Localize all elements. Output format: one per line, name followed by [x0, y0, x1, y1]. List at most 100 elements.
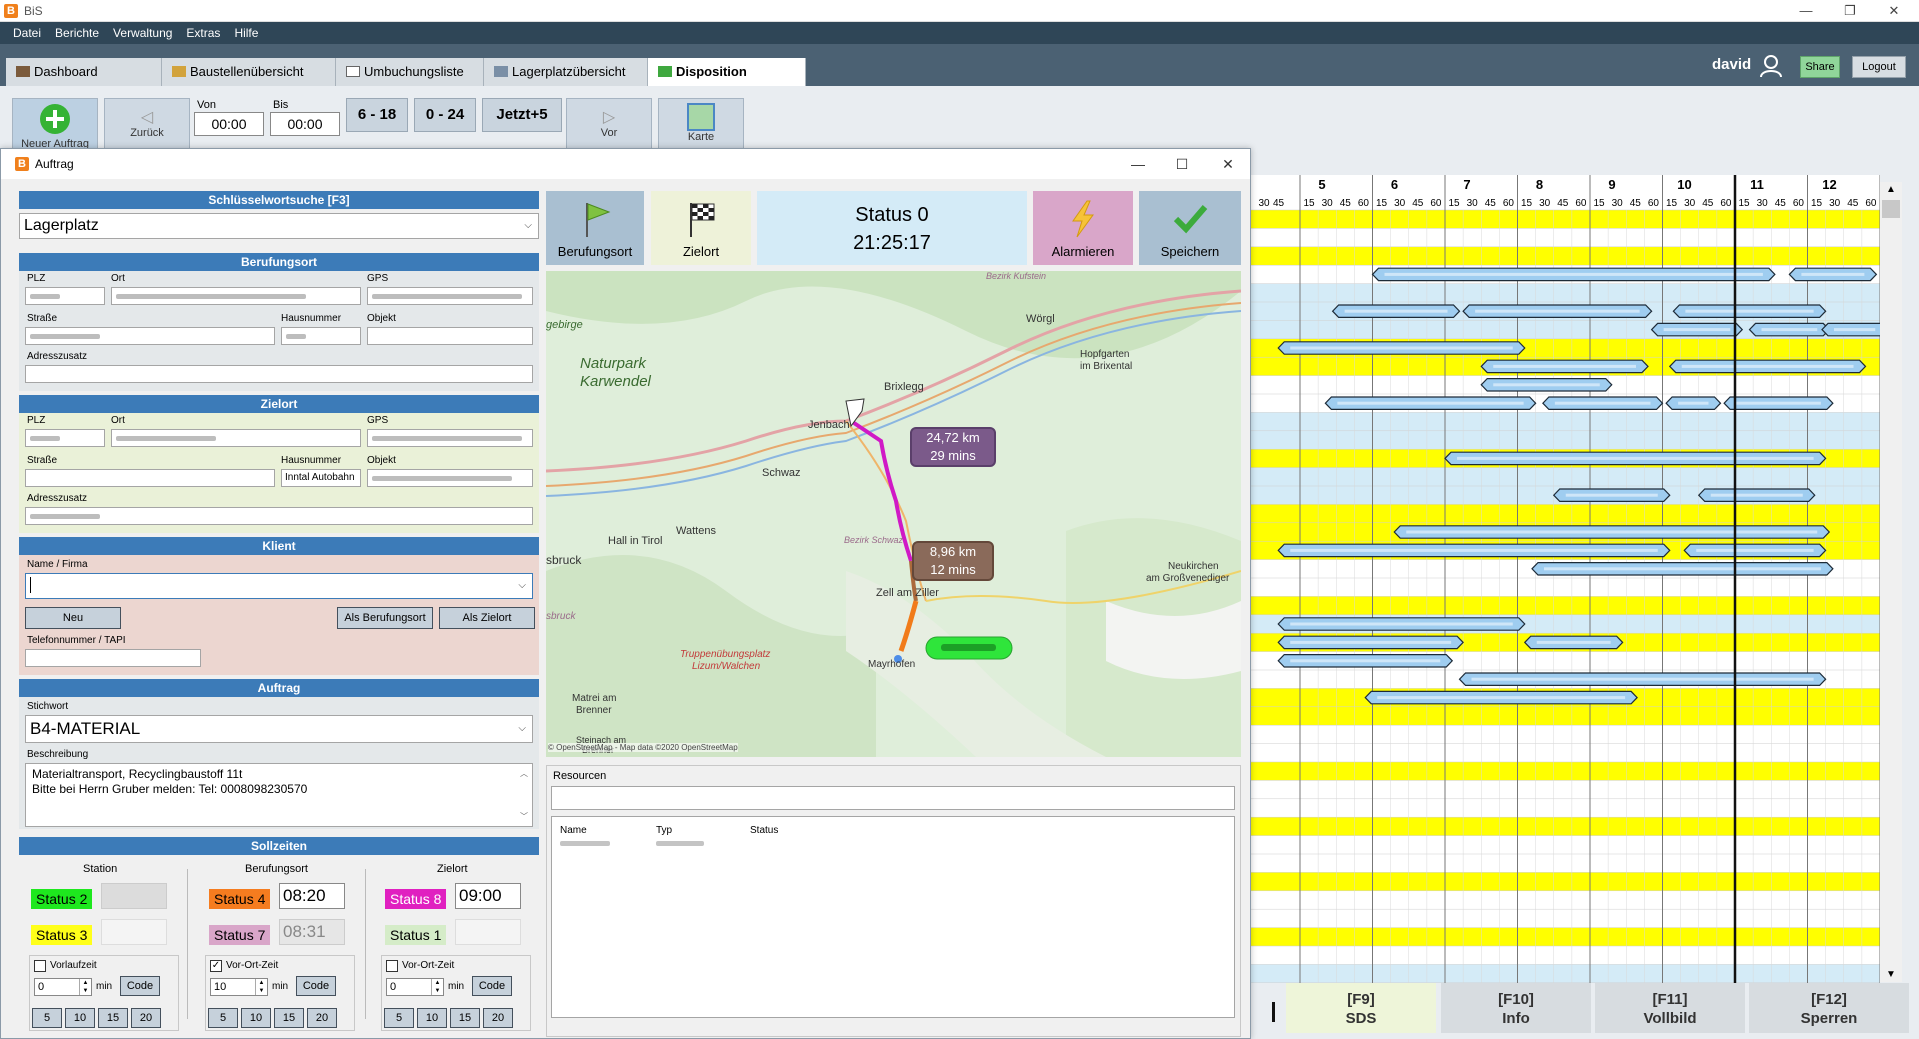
table-row[interactable]	[560, 841, 610, 846]
col-status[interactable]: Status	[750, 825, 778, 836]
dialog-maximize-icon[interactable]: ☐	[1159, 153, 1205, 175]
dialog-minimize-icon[interactable]: —	[1115, 153, 1161, 175]
von-input[interactable]: 00:00	[194, 112, 264, 136]
status-7-time-input[interactable]: 08:31	[279, 919, 345, 945]
zielort-strasse-input[interactable]	[25, 469, 275, 487]
beschreibung-textarea[interactable]: Materialtransport, Recyclingbaustoff 11t…	[25, 763, 533, 827]
alarm-button[interactable]: Alarmieren	[1033, 191, 1133, 265]
tab-baustellenuebersicht[interactable]: Baustellenübersicht	[162, 58, 336, 86]
vorlaufzeit-checkbox[interactable]	[34, 960, 46, 972]
bis-input[interactable]: 00:00	[270, 112, 340, 136]
status-4-time-input[interactable]: 08:20	[279, 883, 345, 909]
station-10-button[interactable]: 10	[65, 1008, 95, 1028]
klient-name-dropdown[interactable]: ⌵	[25, 573, 533, 599]
zielort-hausnummer-input[interactable]: Inntal Autobahn	[281, 469, 361, 487]
menu-hilfe[interactable]: Hilfe	[227, 22, 265, 44]
berufungsort-5-button[interactable]: 5	[208, 1008, 238, 1028]
tab-dashboard[interactable]: Dashboard	[6, 58, 162, 86]
back-button[interactable]: ◁ Zurück	[104, 98, 190, 152]
save-button[interactable]: Speichern	[1139, 191, 1241, 265]
station-status3-time[interactable]	[101, 919, 167, 945]
als-zielort-button[interactable]: Als Zielort	[439, 607, 535, 629]
berufungsort-20-button[interactable]: 20	[307, 1008, 337, 1028]
f10-info-button[interactable]: [F10] Info	[1441, 983, 1591, 1033]
zielort-ort-input[interactable]	[111, 429, 361, 447]
berufungsort-15-button[interactable]: 15	[274, 1008, 304, 1028]
stepper-arrows-icon[interactable]: ▲ ▼	[431, 979, 443, 995]
status-8-time-input[interactable]: 09:00	[455, 883, 521, 909]
route-map[interactable]: Naturpark Karwendel Brixlegg Jenbach Sch…	[546, 271, 1241, 757]
menu-verwaltung[interactable]: Verwaltung	[106, 22, 179, 44]
berufungsort-plz-input[interactable]	[25, 287, 105, 305]
berufungsort-code-button[interactable]: Code	[296, 976, 336, 996]
scroll-down-icon[interactable]: ﹀	[520, 809, 528, 824]
berufungsort-strasse-input[interactable]	[25, 327, 275, 345]
als-berufungsort-button[interactable]: Als Berufungsort	[337, 607, 433, 629]
close-icon[interactable]: ✕	[1874, 0, 1914, 22]
berufungsort-vorort-checkbox[interactable]: ✓	[210, 960, 222, 972]
menu-datei[interactable]: Datei	[6, 22, 48, 44]
station-20-button[interactable]: 20	[131, 1008, 161, 1028]
station-5-button[interactable]: 5	[32, 1008, 62, 1028]
station-15-button[interactable]: 15	[98, 1008, 128, 1028]
zielort-15-button[interactable]: 15	[450, 1008, 480, 1028]
zielort-10-button[interactable]: 10	[417, 1008, 447, 1028]
zielort-map-button[interactable]: Zielort	[651, 191, 751, 265]
zielort-plz-input[interactable]	[25, 429, 105, 447]
tab-disposition[interactable]: Disposition	[648, 58, 806, 86]
zielort-code-button[interactable]: Code	[472, 976, 512, 996]
resourcen-search-input[interactable]	[551, 786, 1235, 810]
f12-sperren-button[interactable]: [F12] Sperren	[1749, 983, 1909, 1033]
map-button[interactable]: Karte	[658, 98, 744, 152]
user-icon[interactable]	[1760, 54, 1782, 78]
berufungsort-gps-input[interactable]	[367, 287, 533, 305]
gantt-scrollbar[interactable]: ▲ ▼	[1880, 182, 1902, 982]
minimize-icon[interactable]: —	[1786, 0, 1826, 22]
scroll-up-icon[interactable]: ▲	[1886, 184, 1896, 195]
col-typ[interactable]: Typ	[656, 825, 672, 836]
zielort-objekt-input[interactable]	[367, 469, 533, 487]
scroll-up-icon[interactable]: ︿	[520, 766, 528, 781]
menu-berichte[interactable]: Berichte	[48, 22, 106, 44]
tab-lagerplatzuebersicht[interactable]: Lagerplatzübersicht	[484, 58, 648, 86]
scroll-down-icon[interactable]: ▼	[1886, 969, 1896, 980]
berufungsort-objekt-input[interactable]	[367, 327, 533, 345]
gantt-chart[interactable]: 30 45 5 15 30 45 60 6 15 30 45 60 7 15 30 45 60 8 15 30 45 60…	[1250, 175, 1880, 983]
zielort-adresszusatz-input[interactable]	[25, 507, 533, 525]
berufungsort-ort-input[interactable]	[111, 287, 361, 305]
quick-6-18-button[interactable]: 6 - 18	[346, 98, 408, 132]
berufungsort-adresszusatz-input[interactable]	[25, 365, 533, 383]
quick-jetzt-button[interactable]: Jetzt+5	[482, 98, 562, 132]
station-minutes-stepper[interactable]: 0 ▲ ▼	[34, 978, 92, 996]
logout-button[interactable]: Logout	[1852, 56, 1906, 78]
berufungsort-minutes-stepper[interactable]: 10 ▲ ▼	[210, 978, 268, 996]
menu-extras[interactable]: Extras	[179, 22, 227, 44]
berufungsort-hausnummer-input[interactable]	[281, 327, 361, 345]
forward-button[interactable]: ▷ Vor	[566, 98, 652, 152]
zielort-20-button[interactable]: 20	[483, 1008, 513, 1028]
klient-neu-button[interactable]: Neu	[25, 607, 121, 629]
quick-0-24-button[interactable]: 0 - 24	[414, 98, 476, 132]
restore-icon[interactable]: ❐	[1830, 0, 1870, 22]
telefon-input[interactable]	[25, 649, 201, 667]
f11-vollbild-button[interactable]: [F11] Vollbild	[1595, 983, 1745, 1033]
f9-sds-button[interactable]: [F9] SDS	[1286, 983, 1436, 1033]
zielort-vorort-checkbox[interactable]	[386, 960, 398, 972]
station-code-button[interactable]: Code	[120, 976, 160, 996]
dialog-close-icon[interactable]: ✕	[1205, 153, 1251, 175]
new-order-button[interactable]: Neuer Auftrag	[12, 98, 98, 152]
zielort-gps-input[interactable]	[367, 429, 533, 447]
stichwort-dropdown[interactable]: B4-MATERIAL ⌵	[25, 715, 533, 743]
share-button[interactable]: Share	[1800, 56, 1840, 78]
scrollbar-thumb[interactable]	[1882, 200, 1900, 218]
status-1-time-input[interactable]	[455, 919, 521, 945]
keyword-search-dropdown[interactable]: Lagerplatz ⌵	[19, 213, 539, 239]
berufungsort-10-button[interactable]: 10	[241, 1008, 271, 1028]
col-name[interactable]: Name	[560, 825, 587, 836]
station-status2-time[interactable]	[101, 883, 167, 909]
zielort-minutes-stepper[interactable]: 0 ▲ ▼	[386, 978, 444, 996]
tab-umbuchungsliste[interactable]: Umbuchungsliste	[336, 58, 484, 86]
berufungsort-map-button[interactable]: Berufungsort	[546, 191, 644, 265]
stepper-arrows-icon[interactable]: ▲ ▼	[255, 979, 267, 995]
stepper-arrows-icon[interactable]: ▲ ▼	[79, 979, 91, 995]
